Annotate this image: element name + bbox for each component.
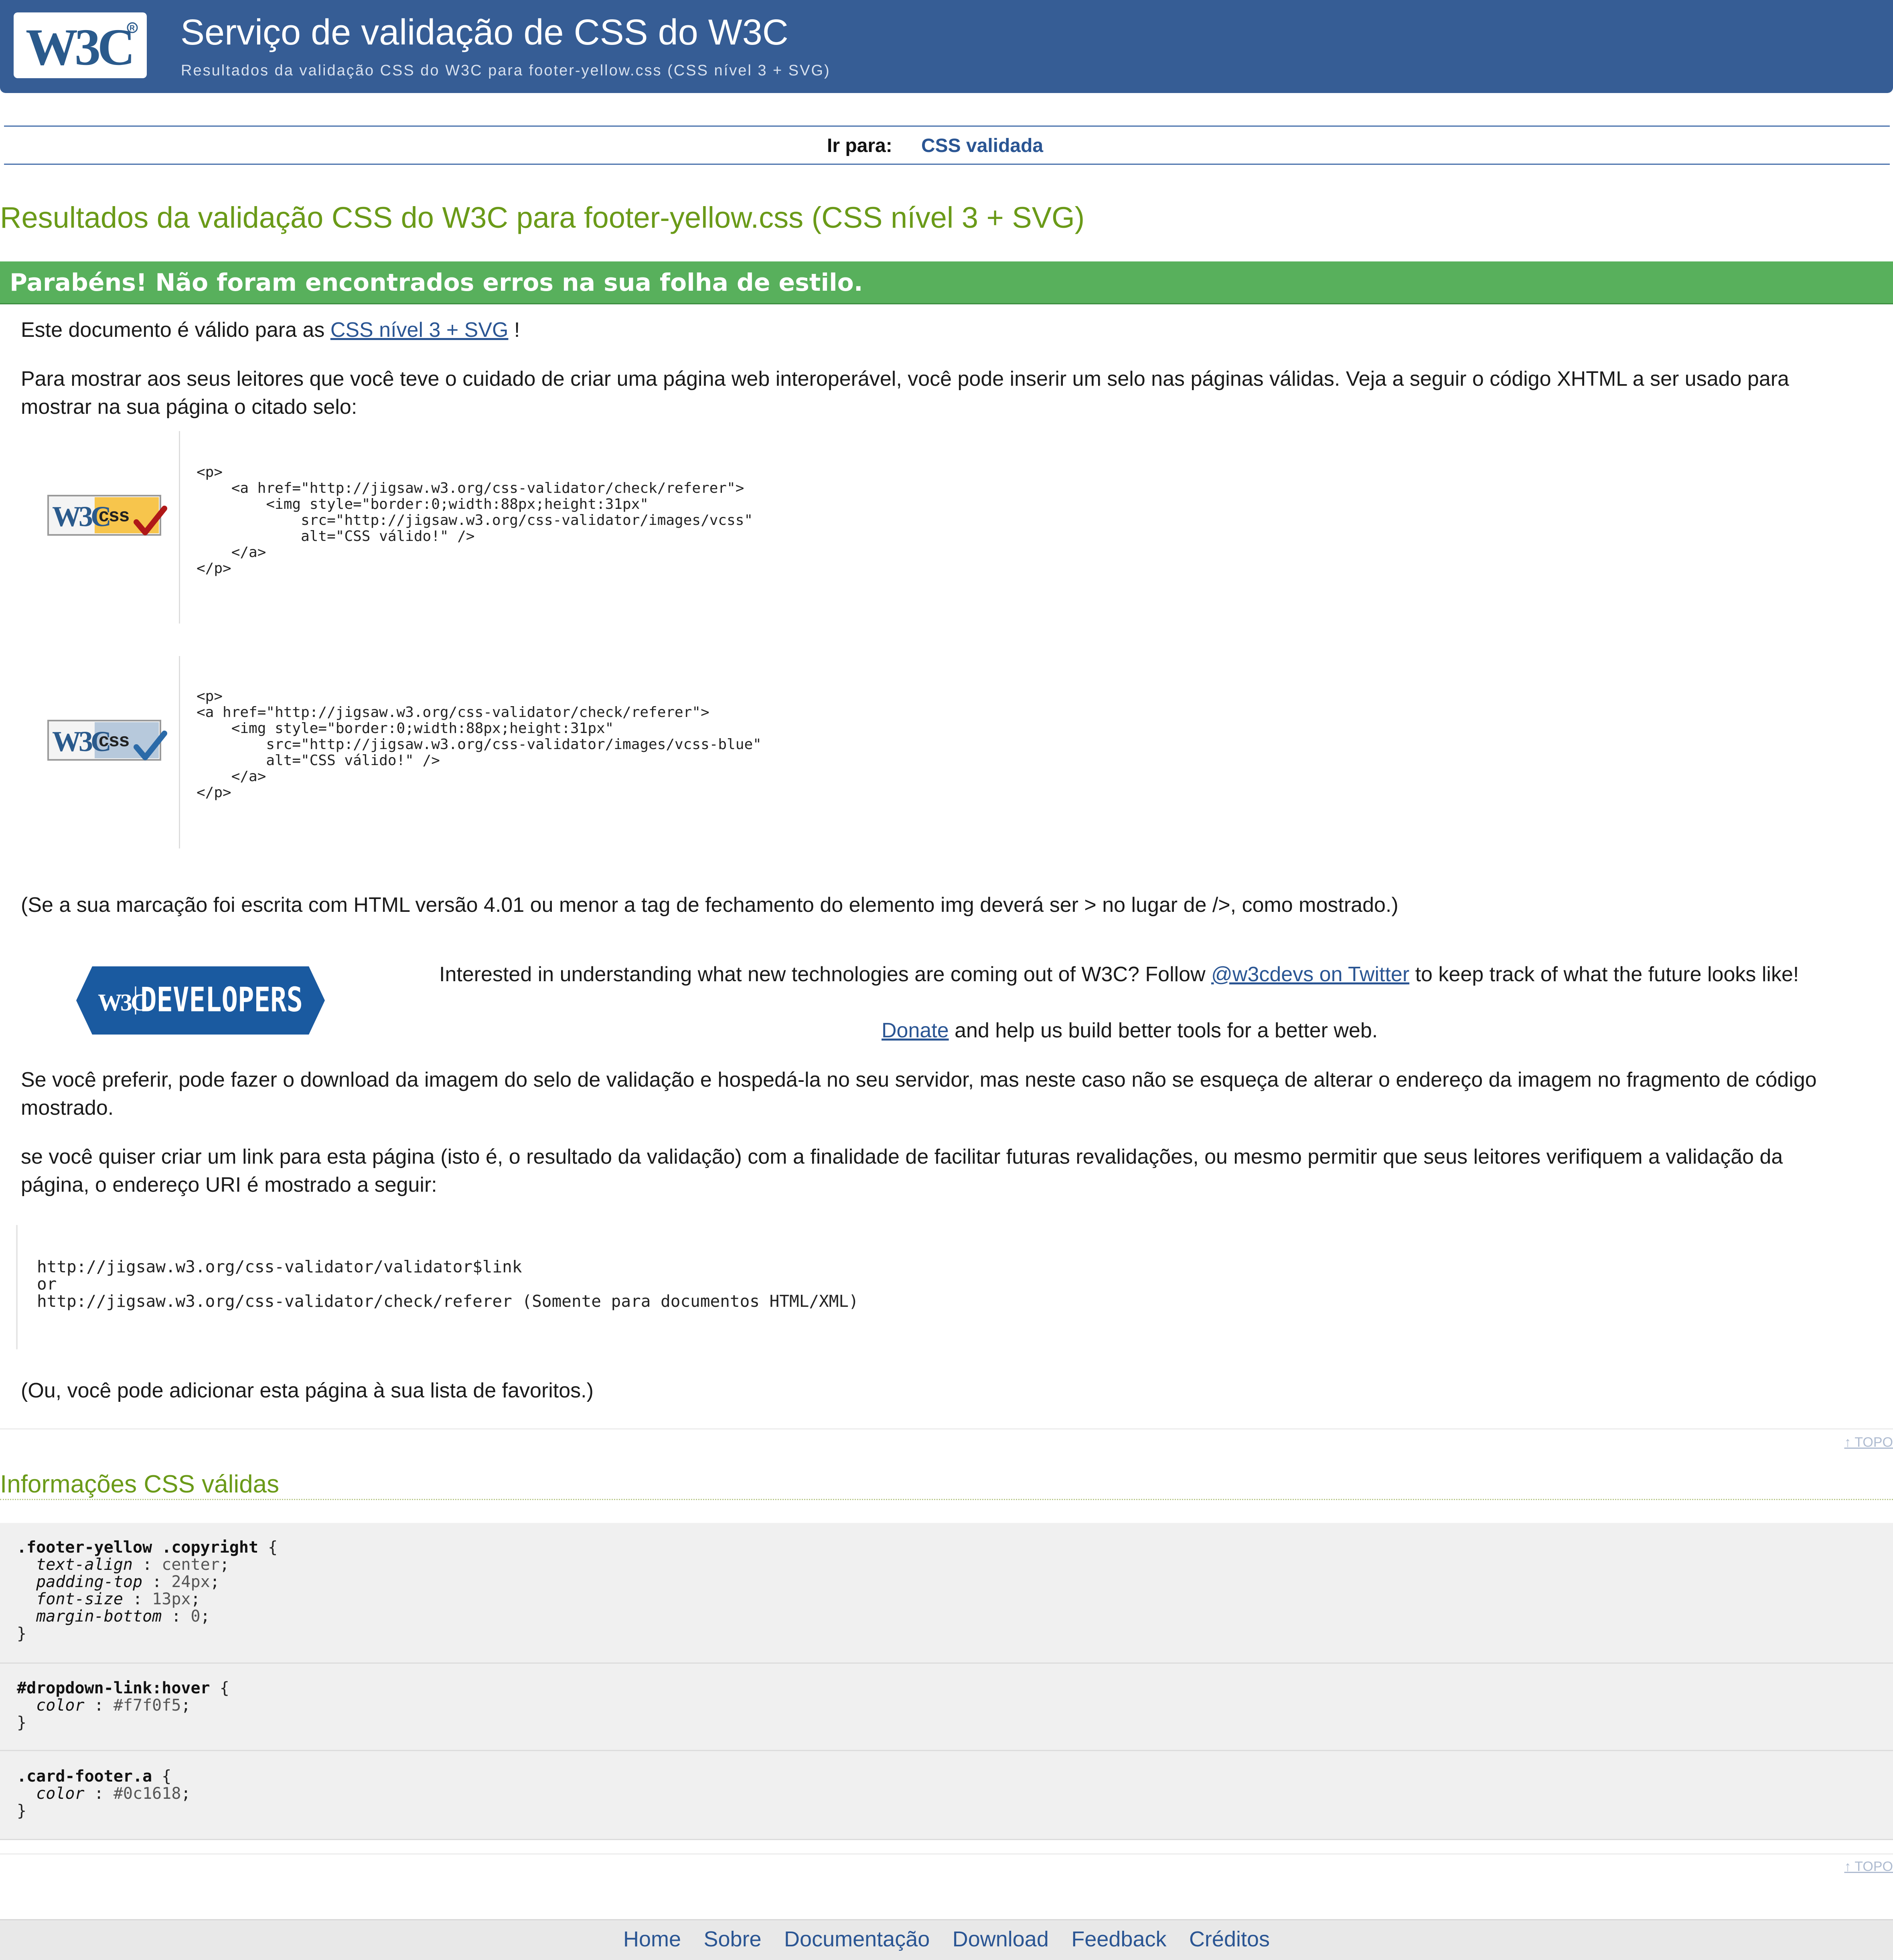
page-subtitle: Resultados da validação CSS do W3C para …: [181, 62, 831, 79]
footer-link-feedback[interactable]: Feedback: [1071, 1927, 1166, 1951]
badge2-divider: [179, 656, 180, 848]
jump-bar: Ir para: CSS validada: [4, 126, 1890, 165]
congrats-banner: Parabéns! Não foram encontrados erros na…: [0, 261, 1893, 304]
w3c-developers-banner[interactable]: W3C DEVELOPERS: [76, 966, 325, 1037]
jump-label: Ir para:: [827, 135, 892, 156]
section-divider: [0, 1428, 1893, 1430]
badge1-divider: [179, 431, 180, 624]
footer-link-download[interactable]: Download: [953, 1927, 1049, 1951]
footer-link-about[interactable]: Sobre: [703, 1927, 761, 1951]
valid-statement: Este documento é válido para as CSS níve…: [21, 318, 520, 342]
heading-underline: [0, 1499, 1893, 1500]
css-rule-block: .card-footer.a { color : #0c1618; }: [0, 1751, 1893, 1840]
svg-text:css: css: [99, 504, 130, 525]
uri-code: http://jigsaw.w3.org/css-validator/valid…: [37, 1257, 859, 1311]
css-rule-block: #dropdown-link:hover { color : #f7f0f5; …: [0, 1664, 1893, 1751]
svg-text:W3C: W3C: [26, 18, 132, 76]
w3cdevs-twitter-link[interactable]: @w3cdevs on Twitter: [1211, 963, 1409, 986]
svg-text:R: R: [130, 24, 135, 32]
section-divider: [0, 1853, 1893, 1855]
back-to-top-link[interactable]: ↑ TOPO: [1844, 1859, 1893, 1875]
footer-link-docs[interactable]: Documentação: [784, 1927, 930, 1951]
css-badge-gold-icon: W3C css: [47, 495, 167, 536]
w3c-developers-logo: W3C DEVELOPERS: [76, 966, 325, 1035]
w3cdevs-promo: Interested in understanding what new tec…: [439, 963, 1799, 986]
valid-css-info-heading: Informações CSS válidas: [0, 1470, 280, 1498]
bookmark-note: (Ou, você pode adicionar esta página à s…: [21, 1379, 594, 1402]
html401-note: (Se a sua marcação foi escrita com HTML …: [21, 893, 1398, 917]
page-header: W3C R Serviço de validação de CSS do W3C…: [0, 0, 1893, 93]
back-to-top-link[interactable]: ↑ TOPO: [1844, 1435, 1893, 1450]
congrats-message: Parabéns! Não foram encontrados erros na…: [10, 269, 863, 297]
page-footer: Home Sobre Documentação Download Feedbac…: [0, 1919, 1893, 1960]
w3c-logo-icon: W3C R: [26, 18, 138, 76]
css-rule: .footer-yellow .copyright { text-align :…: [17, 1538, 278, 1643]
donate-line: Donate and help us build better tools fo…: [882, 1019, 1378, 1042]
footer-nav: Home Sobre Documentação Download Feedbac…: [0, 1927, 1893, 1952]
page-title: Serviço de validação de CSS do W3C: [180, 12, 788, 53]
link-note: se você quiser criar um link para esta p…: [21, 1145, 1783, 1197]
footer-link-home[interactable]: Home: [623, 1927, 681, 1951]
css-level-link[interactable]: CSS nível 3 + SVG: [330, 318, 509, 342]
css-rule: .card-footer.a { color : #0c1618; }: [17, 1767, 191, 1820]
svg-text:css: css: [99, 729, 130, 750]
svg-text:DEVELOPERS: DEVELOPERS: [140, 980, 303, 1019]
jump-link-valid-css[interactable]: CSS validada: [921, 135, 1043, 157]
css-valid-badge-blue[interactable]: W3C css: [47, 719, 168, 765]
footer-link-credits[interactable]: Créditos: [1189, 1927, 1270, 1951]
results-heading: Resultados da validação CSS do W3C para …: [0, 201, 1085, 234]
badge1-code: <p> <a href="http://jigsaw.w3.org/css-va…: [197, 464, 753, 577]
css-badge-blue-icon: W3C css: [47, 720, 167, 761]
css-valid-badge-gold[interactable]: W3C css: [47, 494, 168, 540]
w3c-logo[interactable]: W3C R: [14, 12, 147, 78]
download-note: Se você preferir, pode fazer o download …: [21, 1068, 1817, 1120]
css-rule-block: .footer-yellow .copyright { text-align :…: [0, 1523, 1893, 1664]
badge-intro: Para mostrar aos seus leitores que você …: [21, 367, 1789, 419]
css-rule: #dropdown-link:hover { color : #f7f0f5; …: [17, 1679, 229, 1732]
badge2-code: <p> <a href="http://jigsaw.w3.org/css-va…: [197, 688, 762, 801]
svg-text:W3C: W3C: [98, 989, 146, 1016]
donate-link[interactable]: Donate: [882, 1019, 949, 1042]
